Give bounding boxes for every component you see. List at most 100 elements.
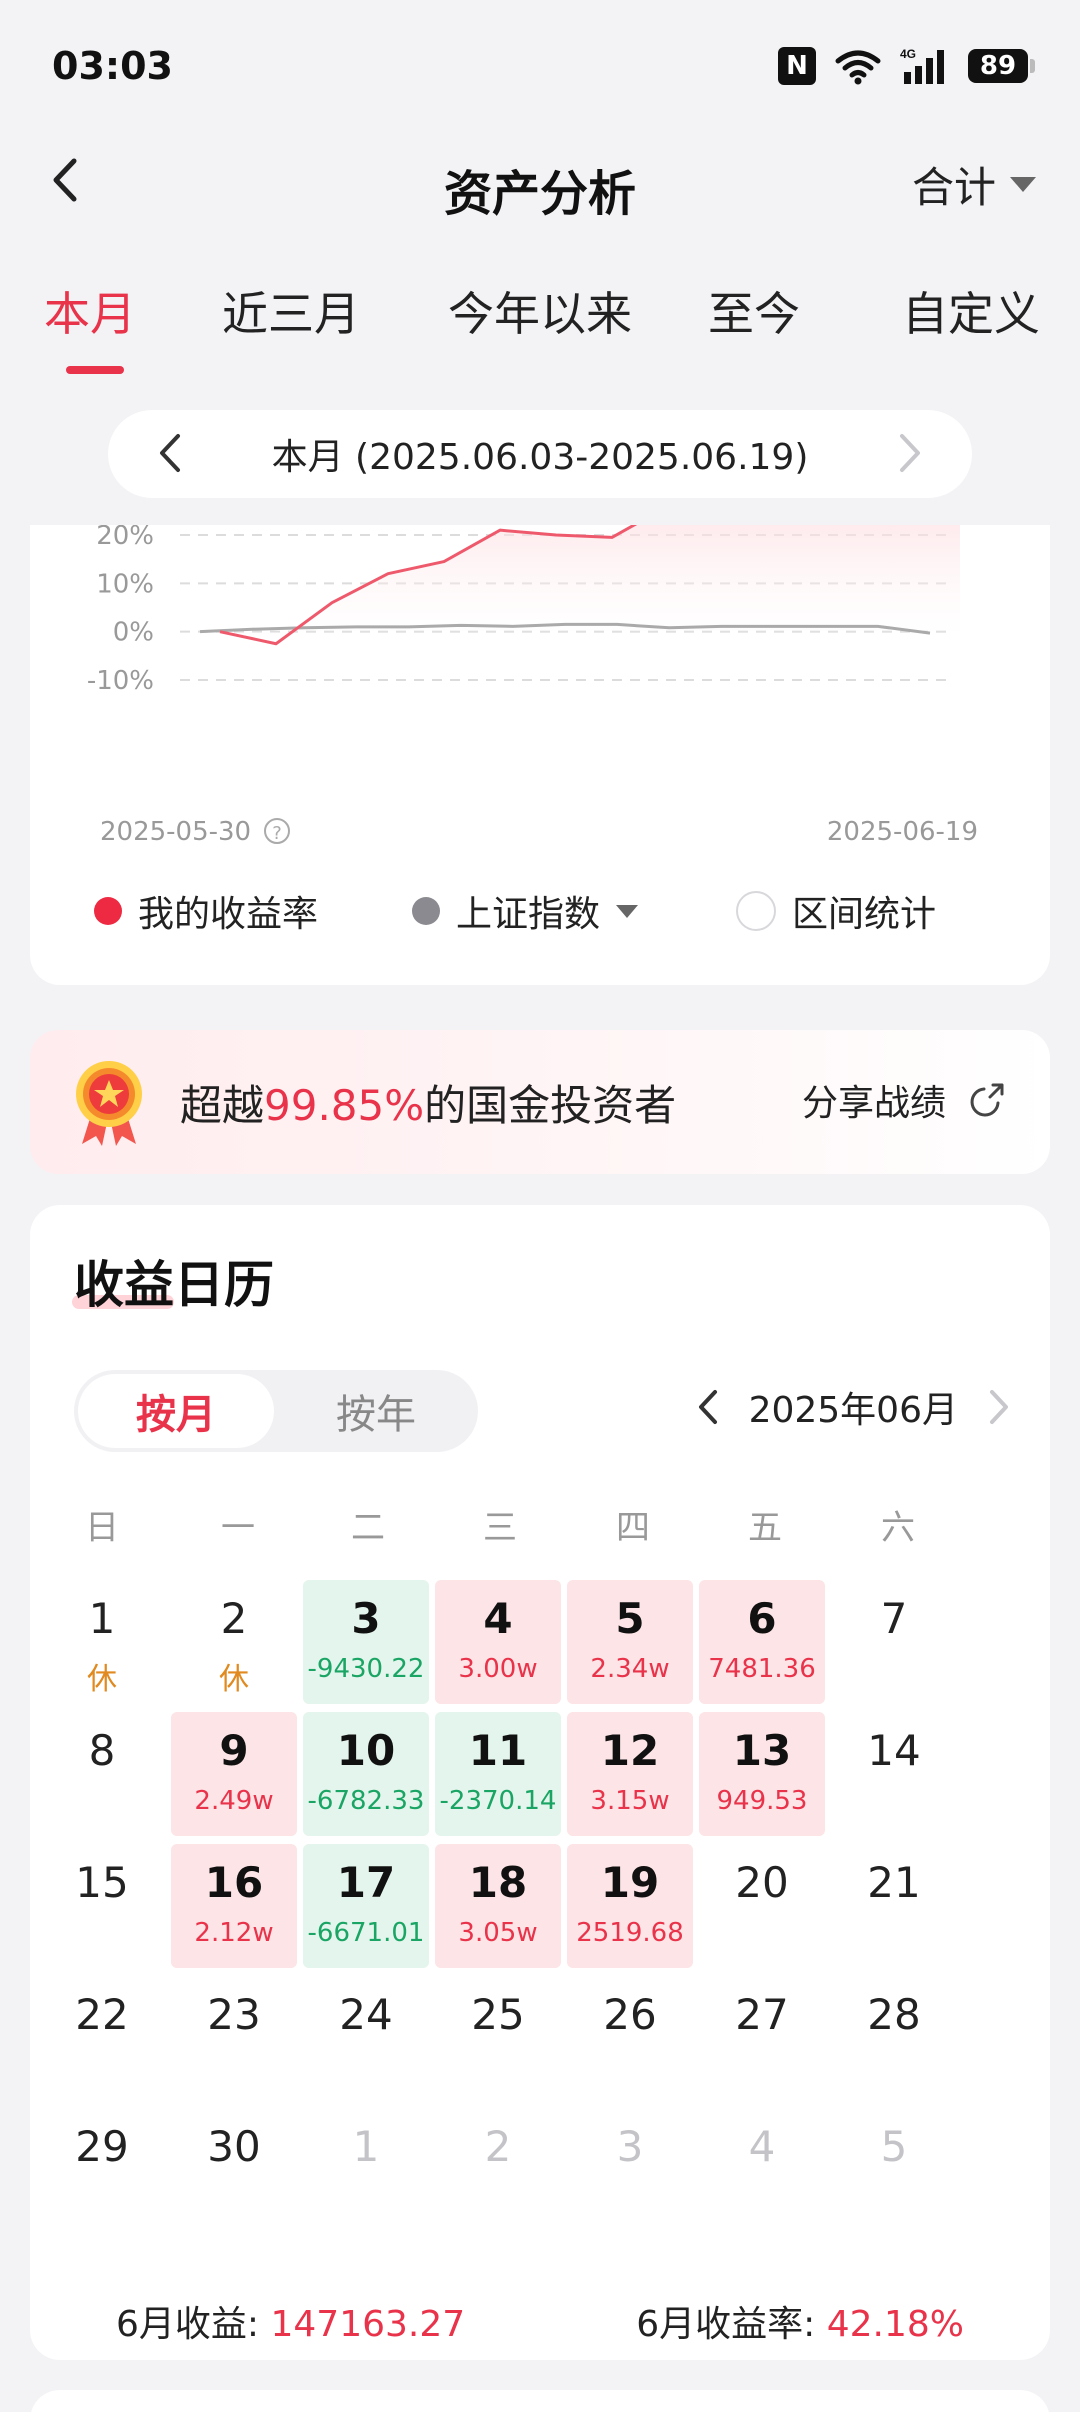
weekday-label: 三	[483, 1508, 517, 1548]
caret-down-icon	[1010, 177, 1036, 192]
calendar-day-cell[interactable]: 5 2.34w	[567, 1580, 693, 1704]
day-number: 4	[748, 2122, 776, 2171]
legend-dot-red	[94, 897, 122, 925]
caret-down-icon	[616, 904, 639, 918]
range-next-button[interactable]	[898, 432, 922, 478]
holiday-label: 休	[87, 1662, 117, 1697]
day-number: 2	[484, 2122, 512, 2171]
legend-my-return[interactable]: 我的收益率	[94, 885, 318, 937]
account-dropdown-label: 合计	[911, 163, 996, 212]
calendar-day-cell[interactable]: 23	[171, 1976, 297, 2100]
day-profit-value: 2519.68	[576, 1918, 684, 1948]
return-line-chart[interactable]: 20% 10% 0% -10% 2025-05-30 ? 2025-06-19	[30, 525, 1050, 875]
calendar-day-cell[interactable]: 2	[435, 2108, 561, 2232]
day-number: 12	[600, 1726, 660, 1775]
profit-calendar-card: 收益日历 按月 按年 2025年06月 日 一 二 三 四 五 六 1休2休3-…	[30, 1205, 1050, 2360]
month-navigator: 2025年06月	[697, 1381, 1010, 1433]
help-icon[interactable]: ?	[264, 818, 290, 844]
calendar-day-cell[interactable]: 17 -6671.01	[303, 1844, 429, 1968]
day-number: 6	[747, 1594, 777, 1643]
day-profit-value: -6671.01	[307, 1918, 425, 1948]
legend-index-selector[interactable]: 上证指数	[412, 885, 639, 937]
calendar-day-cell[interactable]: 3	[567, 2108, 693, 2232]
calendar-day-cell[interactable]: 2休	[171, 1580, 297, 1704]
calendar-day-cell[interactable]: 25	[435, 1976, 561, 2100]
calendar-day-cell[interactable]: 7	[831, 1580, 957, 1704]
calendar-day-cell[interactable]: 28	[831, 1976, 957, 2100]
month-rate-label: 6月收益率:	[636, 2304, 816, 2345]
calendar-day-cell[interactable]: 16 2.12w	[171, 1844, 297, 1968]
calendar-day-cell[interactable]: 3 -9430.22	[303, 1580, 429, 1704]
status-time: 03:03	[52, 44, 173, 88]
day-number: 19	[600, 1858, 660, 1907]
calendar-day-cell[interactable]: 30	[171, 2108, 297, 2232]
legend-interval-stats-label: 区间统计	[792, 894, 937, 935]
calendar-day-cell[interactable]: 8	[39, 1712, 165, 1836]
calendar-day-cell[interactable]: 12 3.15w	[567, 1712, 693, 1836]
tab-this-month[interactable]: 本月	[44, 278, 136, 344]
calendar-day-cell[interactable]: 27	[699, 1976, 825, 2100]
calendar-day-cell[interactable]: 20	[699, 1844, 825, 1968]
next-card-edge	[30, 2390, 1050, 2412]
day-profit-value: 2.12w	[194, 1918, 274, 1948]
day-number: 5	[615, 1594, 645, 1643]
date-range-selector: 本月 (2025.06.03-2025.06.19)	[108, 410, 972, 498]
calendar-day-cell[interactable]: 6 7481.36	[699, 1580, 825, 1704]
calendar-day-cell[interactable]: 9 2.49w	[171, 1712, 297, 1836]
calendar-day-cell[interactable]: 4	[699, 2108, 825, 2232]
mode-by-month[interactable]: 按月	[78, 1374, 274, 1448]
status-bar: 03:03 N 4G 89	[0, 0, 1080, 130]
tab-custom[interactable]: 自定义	[902, 278, 1040, 344]
month-income-summary: 6月收益: 147163.27	[116, 2295, 465, 2347]
calendar-day-cell[interactable]: 24	[303, 1976, 429, 2100]
legend-my-return-label: 我的收益率	[138, 894, 319, 935]
tab-indicator	[66, 366, 124, 374]
calendar-day-cell[interactable]: 1	[303, 2108, 429, 2232]
next-month-button[interactable]	[988, 1389, 1010, 1425]
day-profit-value: 7481.36	[708, 1654, 816, 1684]
calendar-day-cell[interactable]: 13 949.53	[699, 1712, 825, 1836]
calendar-day-cell[interactable]: 10 -6782.33	[303, 1712, 429, 1836]
day-number: 7	[880, 1594, 908, 1643]
day-number: 3	[351, 1594, 381, 1643]
share-external-icon	[970, 1083, 1004, 1117]
calendar-day-cell[interactable]: 29	[39, 2108, 165, 2232]
tab-year-to-date[interactable]: 今年以来	[448, 278, 632, 344]
account-dropdown[interactable]: 合计	[912, 154, 1036, 215]
period-tabs: 本月 近三月 今年以来 至今 自定义	[0, 270, 1080, 380]
calendar-day-cell[interactable]: 18 3.05w	[435, 1844, 561, 1968]
legend-dot-gray	[412, 897, 440, 925]
day-number: 1	[88, 1594, 116, 1643]
chevron-right-icon	[900, 434, 920, 472]
calendar-day-cell[interactable]: 1休	[39, 1580, 165, 1704]
legend-interval-stats[interactable]: 区间统计	[736, 885, 936, 937]
calendar-day-cell[interactable]: 21	[831, 1844, 957, 1968]
calendar-day-cell[interactable]: 14	[831, 1712, 957, 1836]
chart-legend: 我的收益率 上证指数 区间统计	[30, 885, 1050, 945]
calendar-day-cell[interactable]: 5	[831, 2108, 957, 2232]
share-record-button[interactable]: 分享战绩	[802, 1074, 1006, 1126]
calendar-day-cell[interactable]: 22	[39, 1976, 165, 2100]
tab-all-time[interactable]: 至今	[708, 278, 800, 344]
weekday-label: 四	[616, 1508, 650, 1548]
day-profit-value: -6782.33	[307, 1786, 425, 1816]
day-number: 8	[88, 1726, 116, 1775]
calendar-day-cell[interactable]: 4 3.00w	[435, 1580, 561, 1704]
weekday-label: 一	[221, 1508, 255, 1548]
calendar-day-cell[interactable]: 26	[567, 1976, 693, 2100]
calendar-day-cell[interactable]: 11 -2370.14	[435, 1712, 561, 1836]
day-profit-value: 2.34w	[590, 1654, 670, 1684]
tab-last-three-months[interactable]: 近三月	[222, 278, 360, 344]
day-profit-value: 949.53	[716, 1786, 808, 1816]
calendar-day-cell[interactable]: 15	[39, 1844, 165, 1968]
day-number: 24	[339, 1990, 393, 2039]
battery-indicator: 89	[968, 49, 1035, 83]
prev-month-button[interactable]	[697, 1389, 719, 1425]
y-tick-label: 0%	[113, 618, 154, 648]
day-number: 17	[336, 1858, 396, 1907]
calendar-day-cell[interactable]: 19 2519.68	[567, 1844, 693, 1968]
month-income-label: 6月收益:	[116, 2304, 260, 2345]
day-number: 16	[204, 1858, 264, 1907]
mode-by-year[interactable]: 按年	[278, 1374, 474, 1448]
day-number: 13	[732, 1726, 792, 1775]
